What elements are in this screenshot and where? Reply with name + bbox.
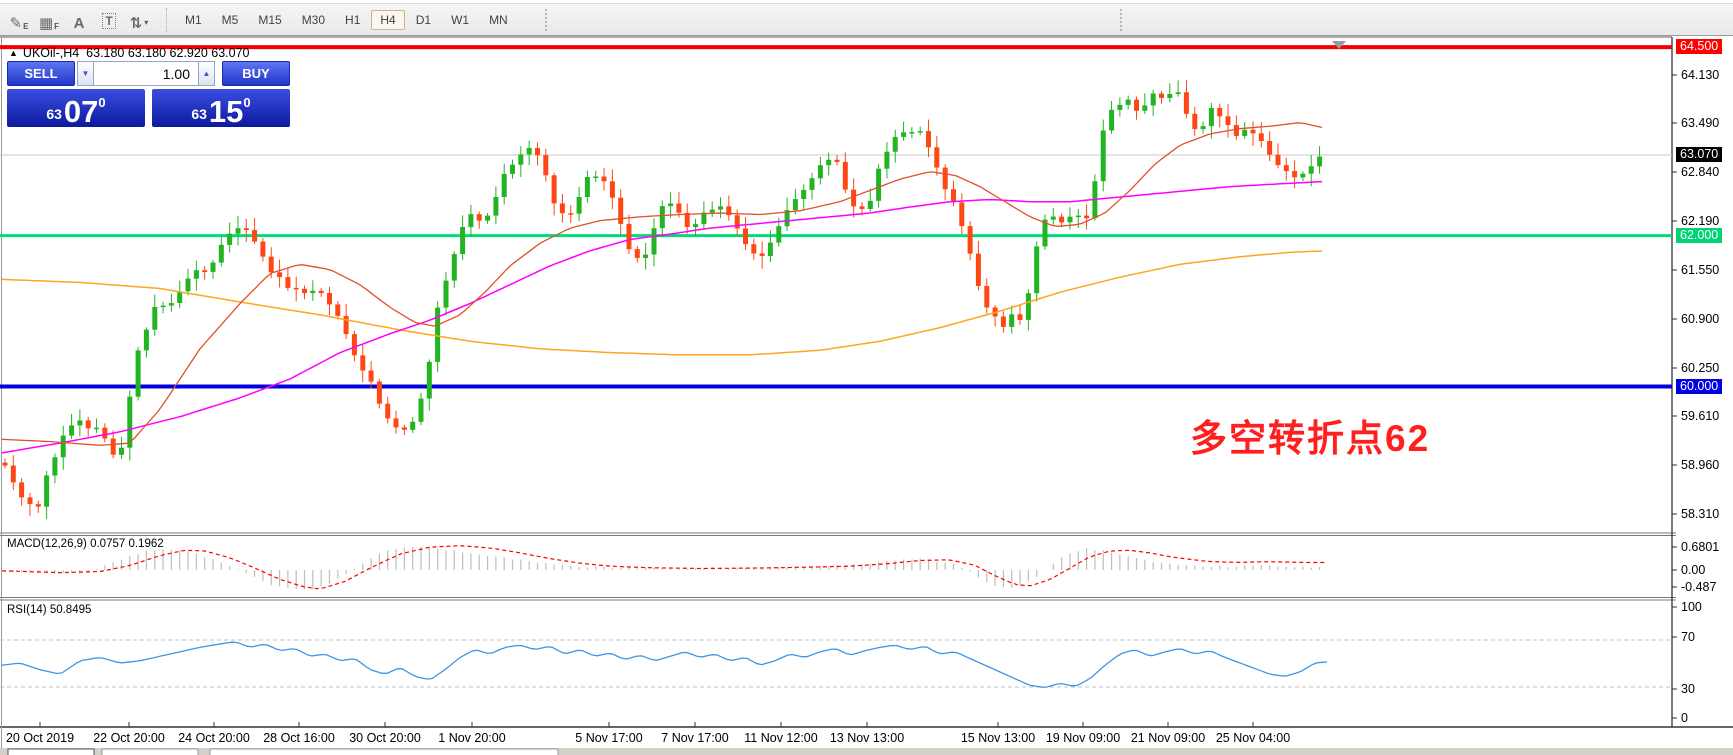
one-click-trading-panel: SELL ▼ 1.00 ▲ BUY 63 07 0 63 15 0 [7, 61, 295, 127]
macd-label: MACD(12,26,9) 0.0757 0.1962 [7, 538, 164, 550]
volume-increase-button[interactable]: ▲ [198, 61, 215, 86]
rsi-label: RSI(14) 50.8495 [7, 604, 91, 616]
chart-title: ▲ UKOil-,H4 63.180 63.180 62.920 63.070 [9, 46, 250, 60]
buy-price-big: 15 [209, 97, 243, 126]
buy-button[interactable]: BUY [222, 61, 290, 86]
chart-ohlc-values: 63.180 63.180 62.920 63.070 [86, 46, 249, 60]
buy-price-display[interactable]: 63 15 0 [152, 89, 290, 127]
volume-decrease-button[interactable]: ▼ [77, 61, 94, 86]
volume-input[interactable]: 1.00 [94, 61, 198, 86]
sell-price-display[interactable]: 63 07 0 [7, 89, 145, 127]
mt4-terminal-window: ✎E▦FAT⇅▾ M1M5M15M30H1H4D1W1MN 64.50064.1… [0, 0, 1733, 755]
buy-price-prefix: 63 [191, 106, 207, 122]
chart-annotation-text: 多空转折点62 [1190, 408, 1430, 462]
chart-symbol-label: UKOil-,H4 [23, 46, 79, 60]
chevron-down-icon: ▼ [82, 69, 90, 78]
buy-price-sup: 0 [243, 95, 250, 110]
sell-price-big: 07 [64, 97, 98, 126]
sell-price-sup: 0 [98, 95, 105, 110]
symbol-collapse-icon[interactable]: ▲ [9, 48, 18, 58]
sell-button[interactable]: SELL [7, 61, 75, 86]
sell-price-prefix: 63 [46, 106, 62, 122]
chevron-up-icon: ▲ [203, 69, 211, 78]
